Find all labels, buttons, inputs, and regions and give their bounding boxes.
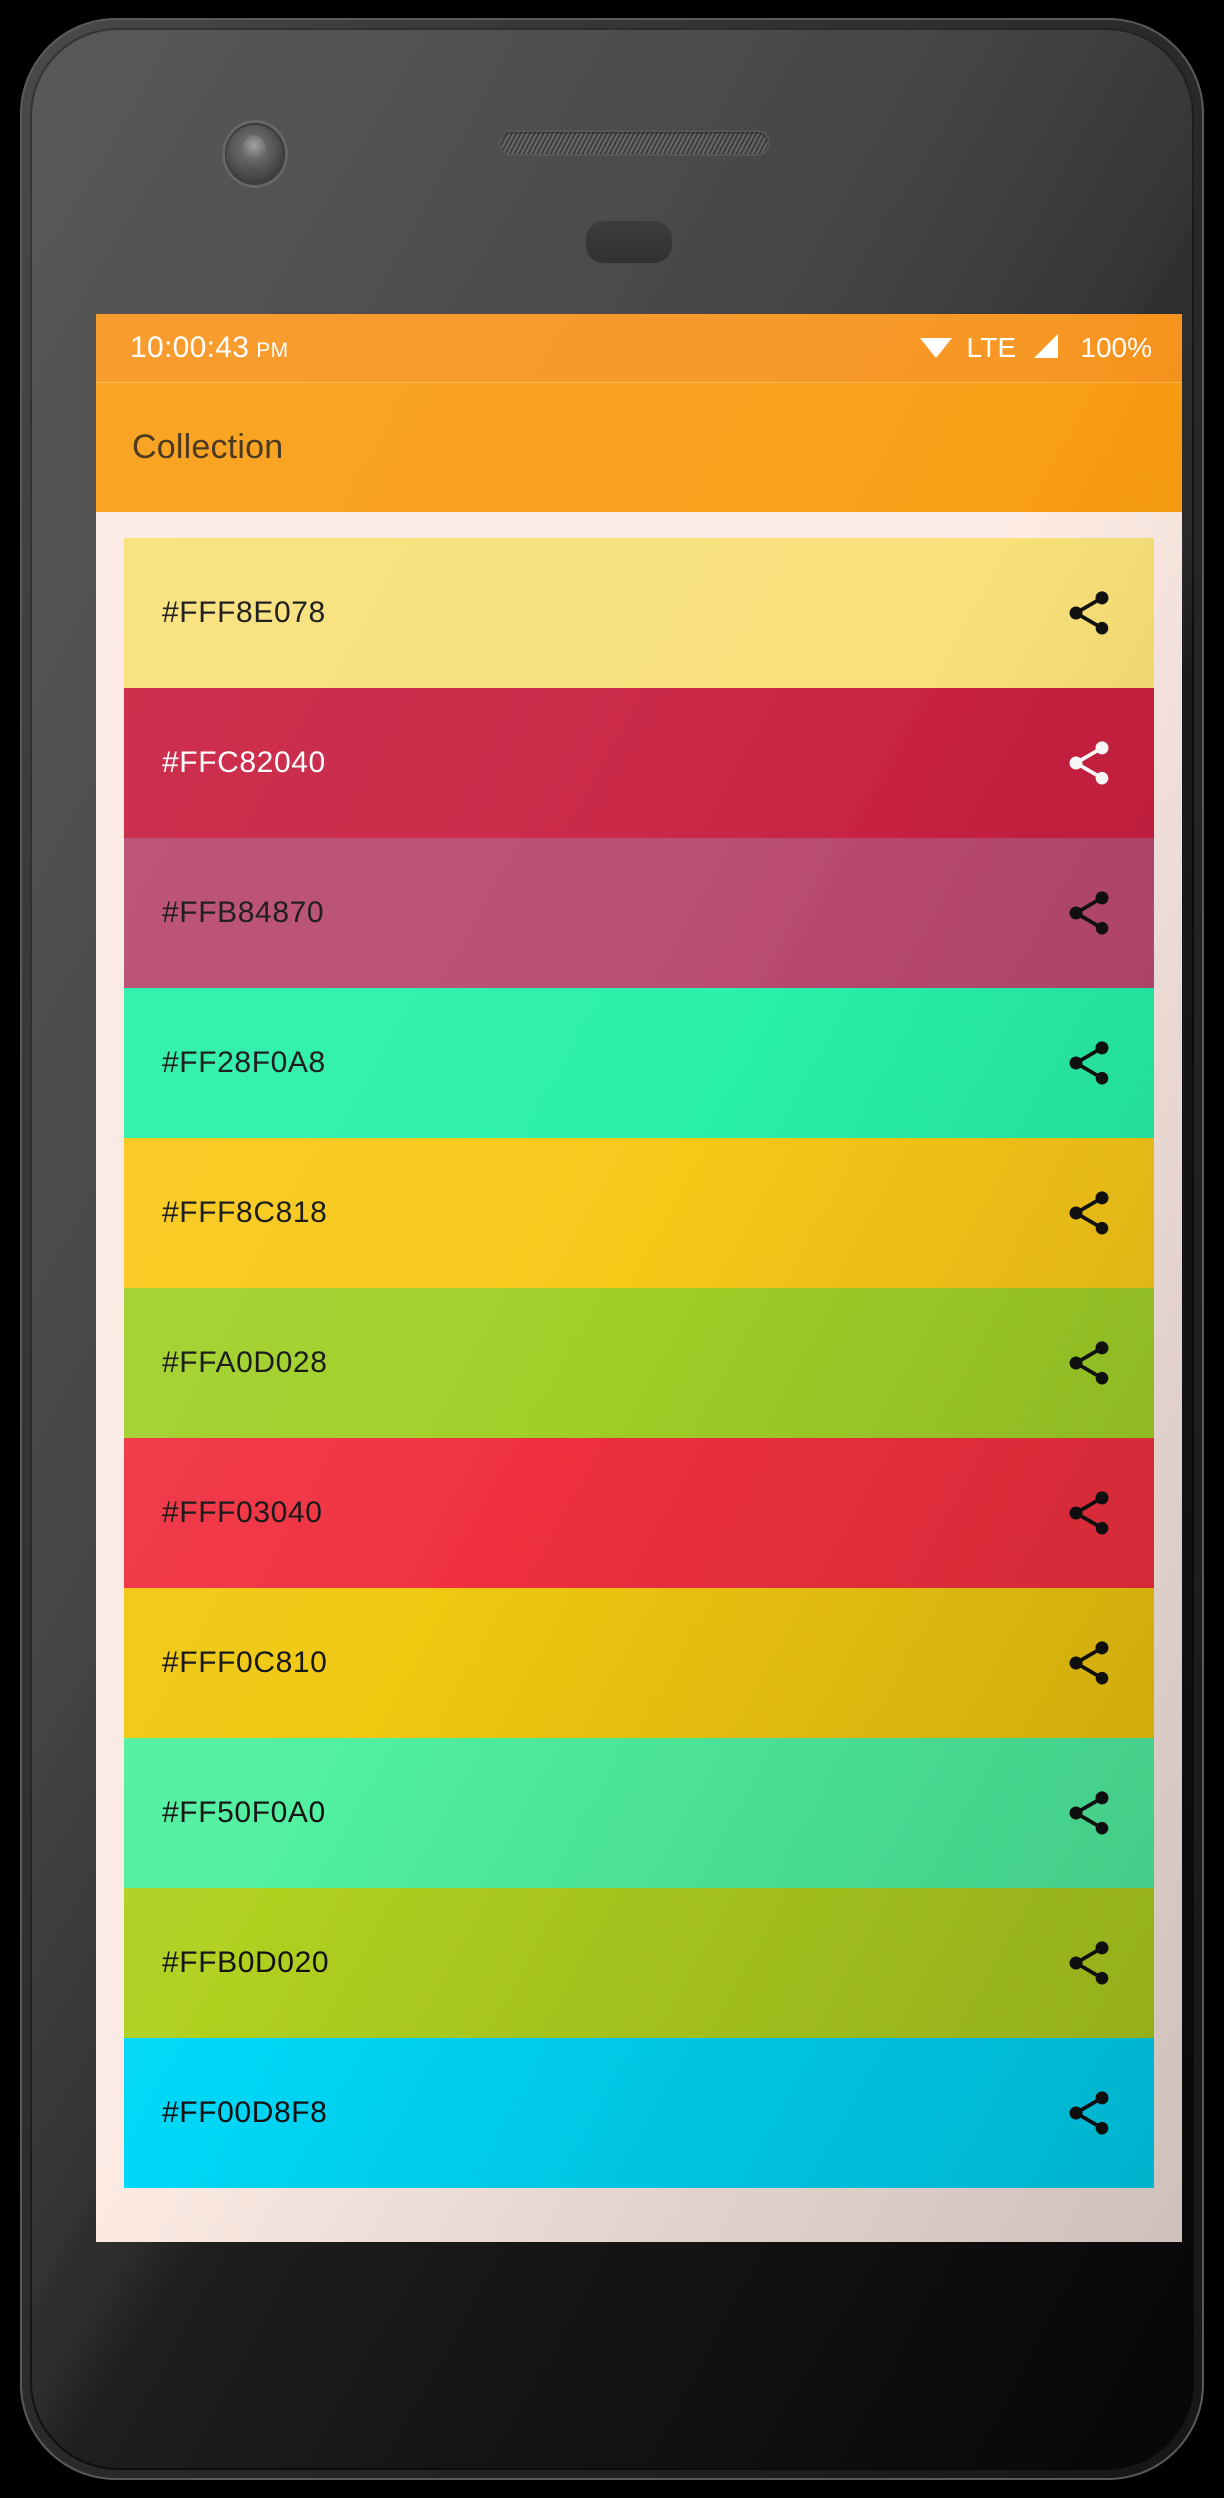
share-icon[interactable] (1060, 1034, 1118, 1092)
share-icon[interactable] (1060, 884, 1118, 942)
share-icon[interactable] (1060, 1784, 1118, 1842)
color-hex-label: #FFA0D028 (162, 1346, 328, 1379)
phone-device-frame: 10:00:43 PM LTE 100% Collection #FFF8E07… (20, 18, 1204, 2480)
color-row[interactable]: #FFB84870 (124, 838, 1154, 988)
share-icon[interactable] (1060, 1934, 1118, 1992)
color-row[interactable]: #FFF03040 (124, 1438, 1154, 1588)
clock-time: 10:00:43 (130, 331, 250, 364)
status-system-icons: LTE 100% (919, 332, 1152, 365)
color-row[interactable]: #FFB0D020 (124, 1888, 1154, 2038)
phone-bezel: 10:00:43 PM LTE 100% Collection #FFF8E07… (30, 28, 1194, 2470)
share-icon[interactable] (1060, 734, 1118, 792)
battery-percentage: 100% (1080, 332, 1152, 363)
app-bar: Collection (96, 382, 1182, 512)
color-row[interactable]: #FFF8E078 (124, 538, 1154, 688)
phone-screen: 10:00:43 PM LTE 100% Collection #FFF8E07… (96, 314, 1182, 2242)
share-icon[interactable] (1060, 2084, 1118, 2142)
signal-icon (1030, 332, 1060, 365)
share-icon[interactable] (1060, 1484, 1118, 1542)
color-hex-label: #FF00D8F8 (162, 2096, 328, 2129)
color-hex-label: #FF50F0A0 (162, 1796, 326, 1829)
color-collection-list: #FFF8E078 #FFC82040 #FFB84870 #FF28F0A8 … (96, 512, 1182, 2188)
color-row[interactable]: #FFC82040 (124, 688, 1154, 838)
proximity-sensor-icon (586, 221, 672, 263)
status-clock: 10:00:43 PM (130, 331, 289, 365)
clock-ampm: PM (256, 339, 289, 362)
color-row[interactable]: #FFF8C818 (124, 1138, 1154, 1288)
share-icon[interactable] (1060, 584, 1118, 642)
color-row[interactable]: #FFA0D028 (124, 1288, 1154, 1438)
color-row[interactable]: #FFF0C810 (124, 1588, 1154, 1738)
color-hex-label: #FFB84870 (162, 896, 325, 929)
page-title: Collection (132, 428, 284, 466)
share-icon[interactable] (1060, 1334, 1118, 1392)
screenshot-root: 10:00:43 PM LTE 100% Collection #FFF8E07… (0, 0, 1224, 2498)
front-camera-icon (225, 123, 285, 185)
status-bar: 10:00:43 PM LTE 100% (96, 314, 1182, 382)
color-hex-label: #FF28F0A8 (162, 1046, 326, 1079)
color-row[interactable]: #FF28F0A8 (124, 988, 1154, 1138)
color-hex-label: #FFB0D020 (162, 1946, 330, 1979)
color-hex-label: #FFC82040 (162, 746, 326, 779)
network-type-label: LTE (966, 332, 1017, 363)
color-hex-label: #FFF8E078 (162, 596, 326, 629)
wifi-icon (919, 333, 953, 364)
share-icon[interactable] (1060, 1184, 1118, 1242)
color-hex-label: #FFF0C810 (162, 1646, 328, 1679)
color-row[interactable]: #FF00D8F8 (124, 2038, 1154, 2188)
color-row[interactable]: #FF50F0A0 (124, 1738, 1154, 1888)
earpiece-speaker-icon (500, 132, 768, 154)
color-hex-label: #FFF8C818 (162, 1196, 328, 1229)
share-icon[interactable] (1060, 1634, 1118, 1692)
color-hex-label: #FFF03040 (162, 1496, 323, 1529)
